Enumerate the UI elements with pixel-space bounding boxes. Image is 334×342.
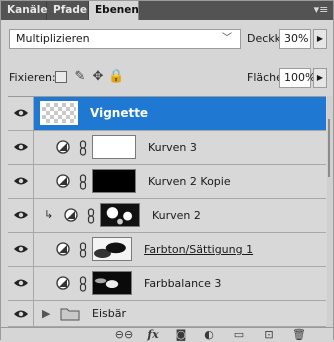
- layer-row-farbbalance-3[interactable]: Farbbalance 3: [8, 267, 326, 301]
- tab-paths[interactable]: Pfade: [47, 1, 89, 20]
- adjustment-layer-icon: [56, 140, 70, 154]
- layer-mask-thumbnail[interactable]: [92, 169, 136, 193]
- visibility-eye-icon[interactable]: [8, 301, 34, 327]
- tab-channels[interactable]: Kanäle: [1, 1, 48, 20]
- opacity-arrow-button[interactable]: ▶: [313, 29, 327, 49]
- chain-link-icon[interactable]: [79, 242, 87, 258]
- layers-list: Vignette Kurven 3 Kurven 2 Kopie ↳ Kurve…: [8, 96, 326, 327]
- layer-name[interactable]: Farbton/Sättigung 1: [144, 233, 253, 266]
- layer-name[interactable]: Vignette: [90, 97, 148, 130]
- layer-mask-thumbnail[interactable]: [100, 203, 140, 227]
- fill-arrow-button[interactable]: ▶: [313, 68, 327, 88]
- visibility-eye-icon[interactable]: [8, 131, 34, 164]
- adjustment-layer-icon: [56, 276, 70, 290]
- blend-mode-select[interactable]: Multiplizieren ﹀: [9, 29, 241, 49]
- layer-mask-thumbnail[interactable]: [92, 237, 132, 261]
- layer-row-kurven-3[interactable]: Kurven 3: [8, 131, 326, 165]
- layers-panel: Kanäle Pfade Ebenen ▾≡ Multiplizieren ﹀ …: [0, 0, 334, 341]
- visibility-eye-icon[interactable]: [8, 165, 34, 198]
- layer-name[interactable]: Kurven 2: [152, 199, 201, 232]
- lock-image-pixels-icon[interactable]: ✎: [73, 70, 87, 84]
- layer-row-kurven-2-kopie[interactable]: Kurven 2 Kopie: [8, 165, 326, 199]
- fill-field[interactable]: 100%: [279, 68, 315, 88]
- expand-triangle-icon[interactable]: ▶: [42, 307, 50, 320]
- adjustment-layer-icon: [64, 208, 78, 222]
- layer-name[interactable]: Eisbär: [92, 301, 126, 327]
- layer-name[interactable]: Kurven 2 Kopie: [148, 165, 231, 198]
- panel-menu-icon[interactable]: ▾≡: [313, 3, 329, 17]
- layer-row-kurven-2[interactable]: ↳ Kurven 2: [8, 199, 326, 233]
- adjustment-layer-icon: [56, 242, 70, 256]
- folder-icon: [60, 308, 80, 321]
- chain-link-icon[interactable]: [79, 174, 87, 190]
- layer-name[interactable]: Farbbalance 3: [144, 267, 221, 300]
- tab-layers[interactable]: Ebenen: [89, 1, 139, 20]
- layer-thumbnail: [40, 101, 78, 125]
- layer-name[interactable]: Kurven 3: [148, 131, 197, 164]
- layer-row-farbton-saettigung-1[interactable]: Farbton/Sättigung 1: [8, 233, 326, 267]
- layers-scrollbar-thumb[interactable]: [328, 119, 330, 177]
- lock-label: Fixieren:: [9, 71, 56, 84]
- lock-all-icon[interactable]: 🔒: [108, 70, 124, 84]
- visibility-eye-icon[interactable]: [8, 199, 34, 232]
- chevron-down-icon: ﹀: [222, 33, 232, 44]
- visibility-eye-icon[interactable]: [8, 267, 34, 300]
- layer-mask-thumbnail[interactable]: [92, 135, 136, 159]
- lock-position-icon[interactable]: ✥: [91, 70, 105, 84]
- visibility-eye-icon[interactable]: [8, 97, 34, 130]
- panel-tabbar: Kanäle Pfade Ebenen ▾≡: [1, 1, 333, 20]
- chain-link-icon[interactable]: [87, 208, 95, 224]
- layer-row-vignette[interactable]: Vignette: [8, 97, 326, 131]
- layer-row-eisbaer[interactable]: ▶ Eisbär: [8, 301, 326, 327]
- chain-link-icon[interactable]: [79, 140, 87, 156]
- lock-transparent-pixels-icon[interactable]: [55, 71, 67, 83]
- chain-link-icon[interactable]: [79, 276, 87, 292]
- clipping-arrow-icon: ↳: [44, 208, 54, 221]
- adjustment-layer-icon: [56, 174, 70, 188]
- opacity-field[interactable]: 30%: [279, 29, 311, 49]
- layers-bottom-toolbar: ⊖⊖ fx ◙ ◐ ▭ ⊡ 🗑: [1, 327, 333, 341]
- visibility-eye-icon[interactable]: [8, 233, 34, 266]
- blend-mode-value: Multiplizieren: [16, 32, 90, 45]
- layer-mask-thumbnail[interactable]: [92, 271, 132, 295]
